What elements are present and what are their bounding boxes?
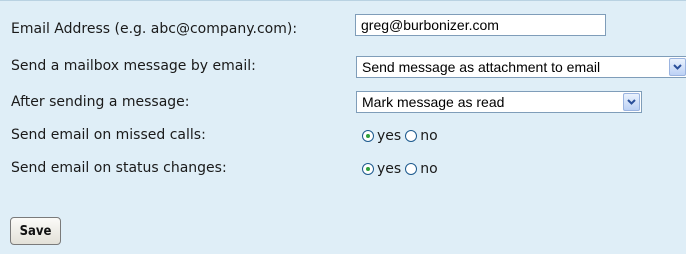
missed-calls-label: Send email on missed calls: (11, 127, 206, 143)
status-changes-radio-group: yes no (362, 158, 442, 180)
selected-dot-icon (366, 167, 370, 171)
mailbox-delivery-label: Send a mailbox message by email: (11, 58, 256, 74)
after-sending-select[interactable]: Mark message as read (356, 91, 642, 113)
status-changes-no-label[interactable]: no (420, 161, 437, 177)
email-field[interactable]: greg@burbonizer.com (355, 14, 606, 36)
after-sending-label: After sending a message: (11, 94, 190, 110)
status-changes-yes-radio[interactable] (362, 163, 374, 175)
mailbox-delivery-select[interactable]: Send message as attachment to email (356, 56, 686, 78)
selected-dot-icon (366, 134, 370, 138)
status-changes-yes-label[interactable]: yes (377, 161, 401, 177)
save-button[interactable]: Save (10, 217, 61, 245)
chevron-down-icon[interactable] (623, 93, 640, 111)
missed-calls-yes-radio[interactable] (362, 130, 374, 142)
email-label: Email Address (e.g. abc@company.com): (11, 21, 298, 37)
chevron-down-icon[interactable] (669, 58, 686, 76)
status-changes-no-radio[interactable] (405, 163, 418, 175)
status-changes-label: Send email on status changes: (11, 160, 227, 176)
after-sending-value: Mark message as read (362, 94, 505, 110)
missed-calls-no-radio[interactable] (405, 130, 418, 142)
missed-calls-yes-label[interactable]: yes (377, 128, 401, 144)
missed-calls-no-label[interactable]: no (420, 128, 437, 144)
missed-calls-radio-group: yes no (362, 125, 442, 147)
mailbox-delivery-value: Send message as attachment to email (362, 59, 601, 75)
email-settings-panel: Email Address (e.g. abc@company.com): gr… (0, 0, 686, 254)
